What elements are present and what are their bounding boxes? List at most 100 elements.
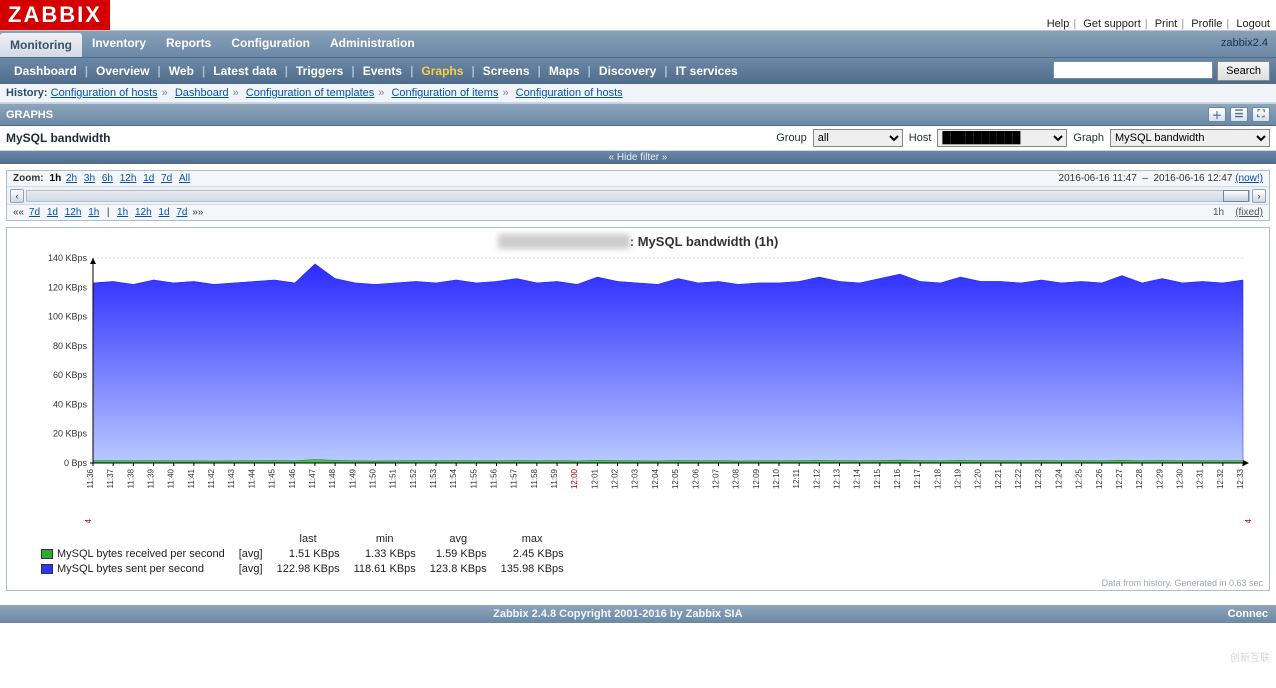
svg-text:12:08: 12:08 [732, 468, 741, 489]
subnav-overview[interactable]: Overview [96, 64, 149, 78]
subnav-itservices[interactable]: IT services [676, 64, 738, 78]
subnav-events[interactable]: Events [363, 64, 402, 78]
search-button[interactable]: Search [1217, 61, 1270, 81]
history-item[interactable]: Configuration of items [391, 87, 498, 99]
link-profile[interactable]: Profile [1191, 18, 1222, 30]
time-slider[interactable] [26, 190, 1250, 202]
subnav-latestdata[interactable]: Latest data [213, 64, 276, 78]
svg-text:11:49: 11:49 [348, 468, 357, 488]
graph-label: Graph [1073, 132, 1104, 144]
svg-text:11:56: 11:56 [490, 468, 499, 488]
link-support[interactable]: Get support [1083, 18, 1140, 30]
group-select[interactable]: all [813, 129, 903, 147]
svg-text:12:04: 12:04 [651, 468, 660, 489]
svg-text:12:24: 12:24 [1054, 468, 1063, 489]
tab-inventory[interactable]: Inventory [82, 31, 156, 57]
generation-note: Data from history. Generated in 0.63 sec [9, 578, 1267, 588]
favorite-icon[interactable]: ☰ [1230, 107, 1248, 122]
zoom-12h[interactable]: 12h [120, 173, 137, 184]
link-help[interactable]: Help [1047, 18, 1070, 30]
subnav-dashboard[interactable]: Dashboard [14, 64, 77, 78]
svg-text:12:21: 12:21 [994, 468, 1003, 489]
primary-nav: Monitoring Inventory Reports Configurati… [0, 30, 1276, 58]
shift-back-1h[interactable]: 1h [88, 207, 99, 218]
svg-text:11:51: 11:51 [389, 468, 398, 488]
footer-connected: Connec [1228, 608, 1268, 620]
tab-reports[interactable]: Reports [156, 31, 221, 57]
slider-handle[interactable] [1223, 190, 1249, 202]
svg-text:11:48: 11:48 [328, 468, 337, 488]
history-item[interactable]: Configuration of templates [246, 87, 374, 99]
svg-text:11:53: 11:53 [429, 468, 438, 488]
graph-select[interactable]: MySQL bandwidth [1110, 129, 1270, 147]
svg-text:12:14: 12:14 [853, 468, 862, 489]
search-input[interactable] [1053, 61, 1213, 79]
link-logout[interactable]: Logout [1236, 18, 1270, 30]
zoom-1d[interactable]: 1d [143, 173, 154, 184]
svg-text:12:26: 12:26 [1095, 468, 1104, 489]
subnav-maps[interactable]: Maps [549, 64, 580, 78]
zoom-2h[interactable]: 2h [66, 173, 77, 184]
history-item[interactable]: Dashboard [175, 87, 229, 99]
footer: Zabbix 2.4.8 Copyright 2001-2016 by Zabb… [0, 605, 1276, 623]
footer-copyright: Zabbix 2.4.8 Copyright 2001-2016 by Zabb… [493, 608, 742, 620]
slider-left-icon[interactable]: ‹ [10, 189, 24, 203]
svg-text:12:13: 12:13 [832, 468, 841, 489]
history-label: History: [6, 87, 48, 99]
svg-text:12:20: 12:20 [974, 468, 983, 489]
tab-configuration[interactable]: Configuration [221, 31, 320, 57]
link-print[interactable]: Print [1155, 18, 1178, 30]
history-item[interactable]: Configuration of hosts [51, 87, 158, 99]
svg-text:11:47: 11:47 [308, 468, 317, 488]
subnav-discovery[interactable]: Discovery [599, 64, 656, 78]
shift-fwd-12h[interactable]: 12h [135, 207, 152, 218]
shift-fwd-sym: »» [192, 207, 203, 218]
version-label: zabbix2.4 [1213, 31, 1276, 57]
subnav-screens[interactable]: Screens [483, 64, 530, 78]
shift-back-7d[interactable]: 7d [29, 207, 40, 218]
shift-back-12h[interactable]: 12h [65, 207, 82, 218]
time-control: Zoom: 1h 2h 3h 6h 12h 1d 7d All 2016-06-… [6, 170, 1270, 221]
svg-text:12:28: 12:28 [1135, 468, 1144, 489]
svg-text:12:05: 12:05 [671, 468, 680, 489]
header-links: Help| Get support| Print| Profile| Logou… [1047, 18, 1276, 30]
svg-text:16.06 12:34: 16.06 12:34 [1244, 518, 1253, 523]
period-label: 1h (fixed) [1213, 207, 1263, 218]
shift-back-sym: «« [13, 207, 24, 218]
add-icon[interactable]: ＋ [1208, 107, 1226, 122]
shift-back-1d[interactable]: 1d [47, 207, 58, 218]
svg-text:20 KBps: 20 KBps [53, 429, 88, 439]
subnav-web[interactable]: Web [169, 64, 194, 78]
shift-fwd-1h[interactable]: 1h [117, 207, 128, 218]
time-now[interactable]: (now!) [1235, 173, 1263, 184]
host-select[interactable]: ██████████ [937, 129, 1067, 147]
history-item[interactable]: Configuration of hosts [516, 87, 623, 99]
slider-right-icon[interactable]: › [1252, 189, 1266, 203]
svg-text:40 KBps: 40 KBps [53, 399, 88, 409]
zoom-3h[interactable]: 3h [84, 173, 95, 184]
svg-text:12:29: 12:29 [1155, 468, 1164, 489]
svg-text:140 KBps: 140 KBps [48, 253, 88, 263]
zoom-7d[interactable]: 7d [161, 173, 172, 184]
svg-text:12:06: 12:06 [691, 468, 700, 489]
zoom-6h[interactable]: 6h [102, 173, 113, 184]
svg-text:11:50: 11:50 [368, 468, 377, 488]
svg-text:11:45: 11:45 [268, 468, 277, 488]
graph-title: ██████████: MySQL bandwidth (1h) [9, 234, 1267, 249]
svg-text:12:19: 12:19 [954, 468, 963, 489]
hide-filter-button[interactable]: « Hide filter » [0, 151, 1276, 164]
zoom-current: 1h [50, 173, 62, 184]
zoom-all[interactable]: All [179, 173, 190, 184]
fullscreen-icon[interactable]: ⛶ [1252, 107, 1270, 122]
host-label: Host [909, 132, 932, 144]
tab-monitoring[interactable]: Monitoring [0, 33, 82, 57]
tab-administration[interactable]: Administration [320, 31, 425, 57]
svg-text:100 KBps: 100 KBps [48, 312, 88, 322]
svg-text:12:16: 12:16 [893, 468, 902, 489]
shift-fwd-7d[interactable]: 7d [176, 207, 187, 218]
svg-text:12:15: 12:15 [873, 468, 882, 489]
subnav-triggers[interactable]: Triggers [296, 64, 343, 78]
subnav-graphs[interactable]: Graphs [421, 64, 463, 78]
shift-fwd-1d[interactable]: 1d [158, 207, 169, 218]
svg-text:11:54: 11:54 [449, 468, 458, 488]
